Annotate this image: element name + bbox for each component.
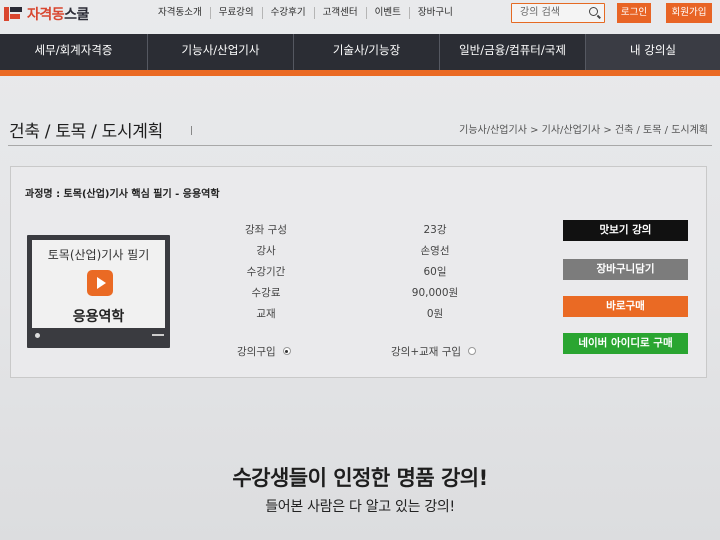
info-value-textbook: 0원 bbox=[426, 308, 444, 320]
info-label-period: 수강기간 bbox=[246, 266, 286, 278]
title-divider bbox=[191, 126, 192, 135]
top-header: 자격동스쿨 자격동소개 무료강의 수강후기 고객센터 이벤트 장바구니 로그인 … bbox=[0, 0, 720, 30]
signup-button[interactable]: 회원가입 bbox=[666, 3, 712, 23]
info-value-composition: 23강 bbox=[423, 224, 447, 236]
add-to-cart-button[interactable]: 장바구니담기 bbox=[563, 259, 688, 280]
login-button[interactable]: 로그인 bbox=[617, 3, 651, 23]
power-dot-icon bbox=[35, 333, 40, 338]
main-nav-technician[interactable]: 기능사/산업기사 bbox=[148, 34, 294, 70]
course-panel: 과정명 : 토목(산업)기사 핵심 필기 - 응용역학 토목(산업)기사 필기 … bbox=[10, 166, 707, 378]
option-lecture-only[interactable]: 강의구입 bbox=[237, 344, 291, 359]
nav-link-reviews[interactable]: 수강후기 bbox=[263, 7, 315, 19]
page-title: 건축 / 토목 / 도시계획 bbox=[9, 122, 163, 142]
info-label-textbook: 교재 bbox=[256, 308, 276, 320]
nav-link-events[interactable]: 이벤트 bbox=[367, 7, 410, 19]
thumbnail-subtitle: 응용역학 bbox=[72, 309, 125, 325]
info-value-period: 60일 bbox=[423, 266, 447, 278]
option-label: 강의구입 bbox=[237, 346, 276, 358]
preview-lecture-button[interactable]: 맛보기 강의 bbox=[563, 220, 688, 241]
utility-nav: 자격동소개 무료강의 수강후기 고객센터 이벤트 장바구니 bbox=[150, 7, 461, 19]
thumbnail-title: 토목(산업)기사 필기 bbox=[47, 248, 150, 262]
nav-link-cart[interactable]: 장바구니 bbox=[410, 7, 461, 19]
main-nav-professional-engineer[interactable]: 기술사/기능장 bbox=[294, 34, 440, 70]
nav-link-free-lectures[interactable]: 무료강의 bbox=[211, 7, 263, 19]
site-logo[interactable]: 자격동스쿨 bbox=[4, 4, 89, 24]
info-label-composition: 강좌 구성 bbox=[245, 224, 287, 236]
monitor-controls-icon bbox=[152, 334, 164, 338]
option-label: 강의+교재 구입 bbox=[391, 346, 462, 358]
main-nav: 세무/회계자격증 기능사/산업기사 기술사/기능장 일반/금융/컴퓨터/국제 내… bbox=[0, 34, 720, 76]
buy-now-button[interactable]: 바로구매 bbox=[563, 296, 688, 317]
nav-link-support[interactable]: 고객센터 bbox=[315, 7, 367, 19]
main-nav-tax-accounting[interactable]: 세무/회계자격증 bbox=[0, 34, 148, 70]
radio-button[interactable] bbox=[468, 347, 477, 355]
divider bbox=[8, 145, 712, 146]
info-value-instructor: 손영선 bbox=[420, 245, 450, 257]
promo-subline: 들어본 사람은 다 알고 있는 강의! bbox=[265, 499, 455, 515]
breadcrumb: 기능사/산업기사 > 기사/산업기사 > 건축 / 토목 / 도시계획 bbox=[459, 125, 708, 136]
course-name: 과정명 : 토목(산업)기사 핵심 필기 - 응용역학 bbox=[25, 189, 220, 200]
radio-button-selected[interactable] bbox=[282, 347, 291, 355]
main-nav-my-classroom[interactable]: 내 강의실 bbox=[586, 34, 720, 70]
nav-link-about[interactable]: 자격동소개 bbox=[150, 7, 211, 19]
logo-text: 자격동스쿨 bbox=[27, 7, 89, 23]
promo-headline: 수강생들이 인정한 명품 강의! bbox=[232, 466, 488, 490]
search-box bbox=[511, 3, 605, 23]
search-input[interactable] bbox=[512, 4, 582, 21]
info-label-instructor: 강사 bbox=[256, 245, 276, 257]
info-label-fee: 수강료 bbox=[251, 287, 281, 299]
search-icon[interactable] bbox=[589, 7, 598, 16]
naver-buy-button[interactable]: 네이버 아이디로 구매 bbox=[563, 333, 688, 354]
course-thumbnail[interactable]: 토목(산업)기사 필기 응용역학 bbox=[27, 235, 170, 348]
main-nav-general-finance[interactable]: 일반/금융/컴퓨터/국제 bbox=[440, 34, 586, 70]
info-value-fee: 90,000원 bbox=[411, 287, 459, 299]
option-lecture-textbook[interactable]: 강의+교재 구입 bbox=[391, 344, 477, 359]
logo-icon bbox=[4, 5, 24, 23]
play-icon[interactable] bbox=[87, 270, 113, 296]
